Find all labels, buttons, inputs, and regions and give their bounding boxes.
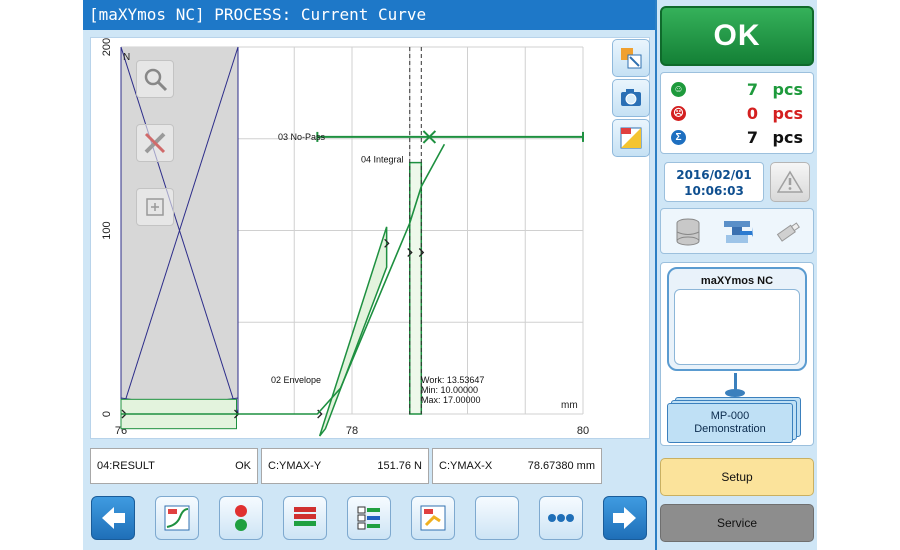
smiley-bad-icon: ☹ [671, 105, 686, 121]
zoom-box-icon [146, 198, 164, 216]
count-nok-value: 0 [746, 103, 758, 123]
list-bars-icon [294, 507, 316, 526]
device-connector-node [725, 389, 745, 397]
integral-info-line: Min: 10.00000 [421, 385, 478, 395]
integral-info-line: Max: 17.00000 [421, 395, 481, 405]
screenshot-button[interactable] [612, 79, 650, 117]
result-value-2: 151.76 N [377, 460, 422, 472]
mp-number: MP-000 [710, 410, 750, 422]
count-ok-value: 7 [746, 79, 758, 99]
result-value-1: OK [235, 460, 251, 472]
envelope-label: 02 Envelope [271, 375, 321, 385]
count-total-value: 7 [746, 127, 758, 147]
camera-icon [621, 89, 641, 106]
sum-icon: Σ [671, 129, 686, 145]
curve-refresh-button[interactable] [411, 496, 455, 540]
result-list-button[interactable] [283, 496, 327, 540]
device-name: maXYmos NC [700, 275, 774, 287]
warning-icon [777, 170, 803, 193]
arrow-left-icon [102, 507, 125, 529]
smiley-good-icon: ☺ [671, 81, 686, 97]
arrow-right-icon [613, 507, 636, 529]
x-tick-label: 80 [577, 425, 589, 437]
device-screen [674, 289, 800, 365]
x-tick-label: 78 [346, 425, 358, 437]
screen: [maXYmos NC] PROCESS: Current Curve 76 78… [83, 0, 817, 550]
left-panel: 76 78 80 0 100 200 Nmm 02 Envelope 03 No-Pass 04… [83, 30, 655, 550]
curve-view-button[interactable] [155, 496, 199, 540]
machine-icon [724, 221, 753, 243]
warning-button[interactable] [770, 162, 810, 202]
integral-info-line: Work: 13.53647 [421, 375, 484, 385]
database-icon [676, 218, 700, 246]
curve-export-button[interactable] [612, 39, 650, 77]
integral-label: 04 Integral [361, 155, 404, 165]
magnifier-icon [144, 68, 168, 92]
device-icons-bar [660, 208, 814, 254]
count-total-unit: pcs [772, 127, 803, 147]
count-row-ok: ☺ 7 pcs [661, 77, 813, 101]
curve-export-icon [621, 48, 642, 69]
result-value-3: 78.67380 mm [527, 460, 595, 472]
datetime-display: 2016/02/01 10:06:03 [664, 162, 764, 202]
usb-button[interactable] [771, 215, 805, 249]
database-button[interactable] [671, 215, 705, 249]
zoom-tool-button[interactable] [136, 60, 174, 98]
more-button[interactable] [539, 496, 583, 540]
status-lights-button[interactable] [219, 496, 263, 540]
count-row-nok: ☹ 0 pcs [661, 101, 813, 125]
forward-button[interactable] [603, 496, 647, 540]
empty-button[interactable] [475, 496, 519, 540]
chart-area[interactable]: 76 78 80 0 100 200 Nmm 02 Envelope 03 No-Pass 04… [90, 37, 650, 439]
setup-button[interactable]: Setup [660, 458, 814, 496]
y-tick-label: 200 [101, 38, 113, 56]
y-tick-label: 100 [101, 221, 113, 239]
numbered-list-icon [357, 506, 380, 530]
usb-stick-icon [776, 222, 800, 242]
device-card[interactable]: maXYmos NC [667, 267, 807, 371]
time-text: 10:06:03 [684, 184, 744, 198]
service-button[interactable]: Service [660, 504, 814, 542]
chart-edit-icon [620, 127, 642, 149]
ellipsis-icon [548, 514, 574, 522]
count-nok-unit: pcs [772, 103, 803, 123]
x-unit-label: mm [561, 400, 578, 411]
window-title: [maXYmos NC] PROCESS: Current Curve [83, 0, 655, 30]
result-status: OK [660, 6, 814, 66]
chart-edit-button[interactable] [612, 119, 650, 157]
zoom-box-button[interactable] [136, 188, 174, 226]
tools-icon [144, 132, 166, 154]
back-button[interactable] [91, 496, 135, 540]
mp-name: Demonstration [694, 423, 766, 435]
result-label-3: C:YMAX-X [439, 460, 493, 472]
device-panel: maXYmos NC MP-000 Demonstration [660, 262, 814, 446]
count-ok-unit: pcs [772, 79, 803, 99]
integral-box [409, 161, 423, 415]
result-box-2: C:YMAX-Y 151.76 N [261, 448, 429, 484]
counters-box: ☺ 7 pcs ☹ 0 pcs Σ 7 pcs [660, 72, 814, 154]
measurement-program-card[interactable]: MP-000 Demonstration [667, 403, 793, 443]
right-panel: OK ☺ 7 pcs ☹ 0 pcs Σ 7 pcs 2016/02/01 10… [657, 0, 817, 550]
traffic-light-icon [235, 505, 247, 531]
curve-refresh-icon [420, 505, 446, 531]
bottom-toolbar [83, 490, 655, 550]
y-unit-label: N [123, 52, 130, 63]
y-tick-label: 0 [101, 411, 113, 417]
no-pass-label: 03 No-Pass [278, 132, 326, 142]
count-row-total: Σ 7 pcs [661, 125, 813, 149]
envelope-polygon [318, 226, 388, 437]
result-label-1: 04:RESULT [97, 460, 155, 472]
tools-button[interactable] [136, 124, 174, 162]
result-label-2: C:YMAX-Y [268, 460, 322, 472]
date-text: 2016/02/01 [676, 168, 752, 182]
result-box-1: 04:RESULT OK [90, 448, 258, 484]
result-box-3: C:YMAX-X 78.67380 mm [432, 448, 602, 484]
curve-chart-icon [164, 505, 190, 531]
machine-transfer-button[interactable] [721, 215, 755, 249]
numbered-list-button[interactable] [347, 496, 391, 540]
chart-svg: 76 78 800100200Nmm 02 Envelope03 No-Pass04… [101, 38, 589, 437]
